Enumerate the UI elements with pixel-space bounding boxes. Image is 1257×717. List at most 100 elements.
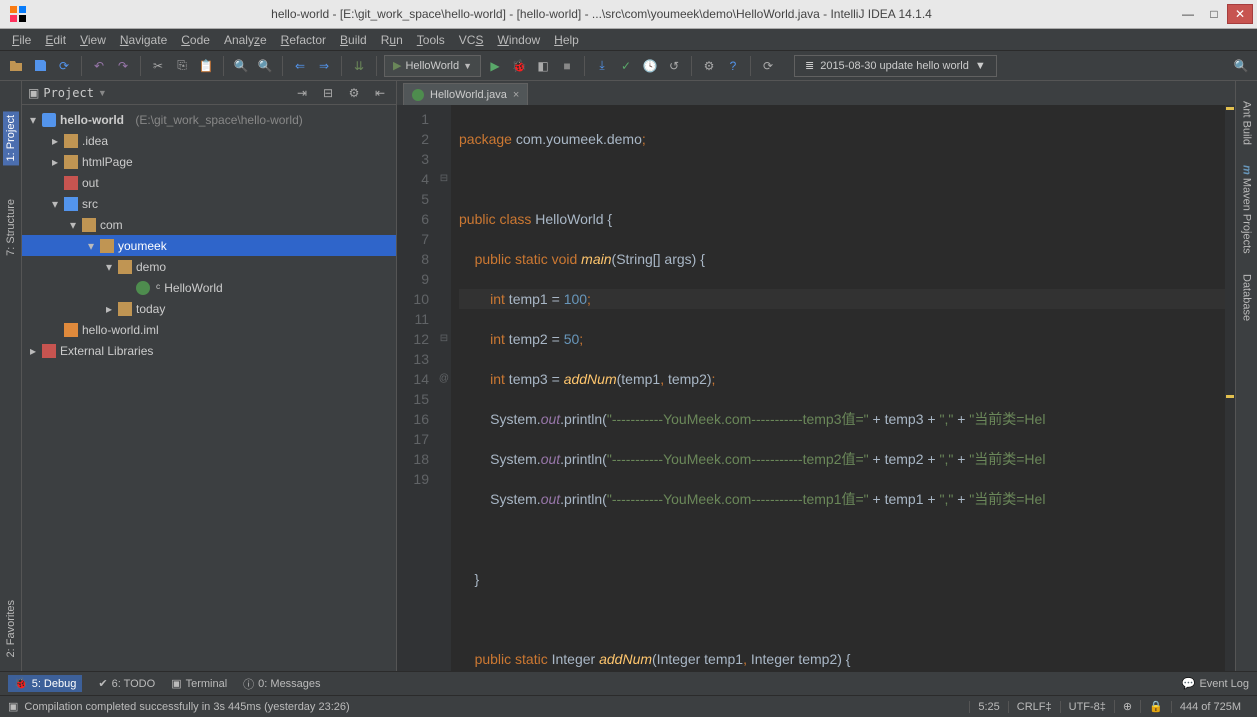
run-configuration-dropdown[interactable]: ▶ HelloWorld ▼ (384, 55, 481, 77)
project-panel-tools: ⇥ ⊟ ⚙ ⇤ (292, 83, 390, 103)
tool-project[interactable]: 1: Project (3, 111, 19, 165)
status-readonly[interactable]: 🔒 (1140, 700, 1171, 713)
tree-src[interactable]: src (22, 193, 396, 214)
tool-ant[interactable]: Ant Build (1241, 101, 1253, 145)
collapse-all-icon[interactable]: ⊟ (318, 83, 338, 103)
tree-today[interactable]: today (22, 298, 396, 319)
close-button[interactable]: ✕ (1227, 4, 1253, 24)
tree-helloworld-class[interactable]: ᶜHelloWorld (22, 277, 396, 298)
menu-build[interactable]: Build (334, 31, 373, 49)
tool-todo[interactable]: ✔6: TODO (98, 677, 155, 690)
tree-iml[interactable]: hello-world.iml (22, 319, 396, 340)
warning-marker[interactable] (1226, 395, 1234, 398)
status-encoding[interactable]: UTF-8‡ (1060, 701, 1114, 713)
tool-terminal[interactable]: ▣Terminal (171, 677, 227, 690)
menu-refactor[interactable]: Refactor (275, 31, 332, 49)
hide-icon[interactable]: ⇤ (370, 83, 390, 103)
redo-icon[interactable]: ↷ (113, 56, 133, 76)
search-everywhere-icon[interactable]: 🔍 (1231, 56, 1251, 76)
paste-icon[interactable]: 📋 (196, 56, 216, 76)
menu-code[interactable]: Code (175, 31, 216, 49)
status-icon[interactable]: ▣ (8, 700, 18, 713)
tool-favorites[interactable]: 2: Favorites (5, 596, 17, 661)
menu-tools[interactable]: Tools (411, 31, 451, 49)
back-icon[interactable]: ⇐ (290, 56, 310, 76)
menu-analyze[interactable]: Analyze (218, 31, 273, 49)
menu-help[interactable]: Help (548, 31, 585, 49)
gear-icon[interactable]: ⚙ (344, 83, 364, 103)
close-tab-icon[interactable]: × (513, 89, 519, 101)
tool-structure[interactable]: 7: Structure (5, 195, 17, 260)
run-icon[interactable]: ▶ (485, 56, 505, 76)
tree-idea[interactable]: .idea (22, 130, 396, 151)
maximize-button[interactable]: □ (1201, 4, 1227, 24)
menu-file[interactable]: File (6, 31, 37, 49)
open-icon[interactable] (6, 56, 26, 76)
menu-edit[interactable]: Edit (39, 31, 72, 49)
settings-icon[interactable]: ⚙ (699, 56, 719, 76)
minimize-button[interactable]: — (1175, 4, 1201, 24)
coverage-icon[interactable]: ◧ (533, 56, 553, 76)
menu-vcs[interactable]: VCS (453, 31, 490, 49)
menu-view[interactable]: View (74, 31, 112, 49)
vcs-revert-icon[interactable]: ↺ (664, 56, 684, 76)
scroll-from-source-icon[interactable]: ⇥ (292, 83, 312, 103)
make-icon[interactable]: ⇊ (349, 56, 369, 76)
main-area: 1: Project 7: Structure 2: Favorites ▣ P… (0, 81, 1257, 671)
tree-htmlpage[interactable]: htmlPage (22, 151, 396, 172)
code-editor[interactable]: 12345678910111213141516171819 ⊟⊟@ packag… (397, 105, 1235, 671)
cut-icon[interactable]: ✂ (148, 56, 168, 76)
vcs-list-icon: ≣ (805, 59, 814, 72)
tab-label: HelloWorld.java (430, 89, 507, 101)
source-code[interactable]: package com.youmeek.demo; public class H… (451, 105, 1225, 671)
tree-external-libs[interactable]: External Libraries (22, 340, 396, 361)
undo-icon[interactable]: ↶ (89, 56, 109, 76)
warning-marker[interactable] (1226, 107, 1234, 110)
vcs-commit-icon[interactable]: ✓ (616, 56, 636, 76)
forward-icon[interactable]: ⇒ (314, 56, 334, 76)
status-caret-pos[interactable]: 5:25 (969, 701, 1007, 713)
menu-window[interactable]: Window (491, 31, 546, 49)
separator (223, 56, 224, 76)
save-all-icon[interactable] (30, 56, 50, 76)
todo-icon: ✔ (98, 677, 107, 690)
tool-database[interactable]: Database (1241, 274, 1253, 321)
tree-demo[interactable]: demo (22, 256, 396, 277)
separator (341, 56, 342, 76)
tool-messages[interactable]: ⓘ0: Messages (243, 676, 320, 692)
root-label: hello-world (60, 113, 124, 127)
vcs-changelist-dropdown[interactable]: ≣ 2015-08-30 update hello world ▼ (794, 55, 997, 77)
tool-maven[interactable]: m Maven Projects (1241, 165, 1253, 254)
project-panel-title[interactable]: Project (43, 86, 94, 100)
status-insert-mode[interactable]: ⊕ (1114, 700, 1140, 713)
menu-navigate[interactable]: Navigate (114, 31, 173, 49)
vcs-update-icon[interactable]: ⤓ (592, 56, 612, 76)
status-line-separator[interactable]: CRLF‡ (1008, 701, 1060, 713)
debug-icon[interactable]: 🐞 (509, 56, 529, 76)
project-view-icon[interactable]: ▣ (28, 86, 39, 100)
project-tree[interactable]: hello-world (E:\git_work_space\hello-wor… (22, 105, 396, 671)
separator (282, 56, 283, 76)
help-icon[interactable]: ? (723, 56, 743, 76)
tool-debug[interactable]: 🐞5: Debug (8, 675, 82, 692)
copy-icon[interactable]: ⎘ (172, 56, 192, 76)
status-memory[interactable]: 444 of 725M (1171, 701, 1249, 713)
find-icon[interactable]: 🔍 (231, 56, 251, 76)
menu-run[interactable]: Run (375, 31, 409, 49)
tree-com[interactable]: com (22, 214, 396, 235)
vcs-history-icon[interactable]: 🕓 (640, 56, 660, 76)
tree-root[interactable]: hello-world (E:\git_work_space\hello-wor… (22, 109, 396, 130)
jrebel-icon[interactable]: ⟳ (758, 56, 778, 76)
fold-gutter[interactable]: ⊟⊟@ (437, 105, 451, 671)
stop-icon[interactable]: ■ (557, 56, 577, 76)
line-number-gutter[interactable]: 12345678910111213141516171819 (397, 105, 437, 671)
tree-youmeek[interactable]: youmeek (22, 235, 396, 256)
chevron-down-icon[interactable]: ▼ (98, 88, 107, 98)
replace-icon[interactable]: 🔍 (255, 56, 275, 76)
tool-eventlog[interactable]: 💬Event Log (1182, 677, 1249, 690)
sync-icon[interactable]: ⟳ (54, 56, 74, 76)
editor-tab-helloworld[interactable]: HelloWorld.java × (403, 83, 528, 105)
error-stripe[interactable] (1225, 105, 1235, 671)
tree-out[interactable]: out (22, 172, 396, 193)
vcs-message: 2015-08-30 update hello world (820, 60, 969, 72)
